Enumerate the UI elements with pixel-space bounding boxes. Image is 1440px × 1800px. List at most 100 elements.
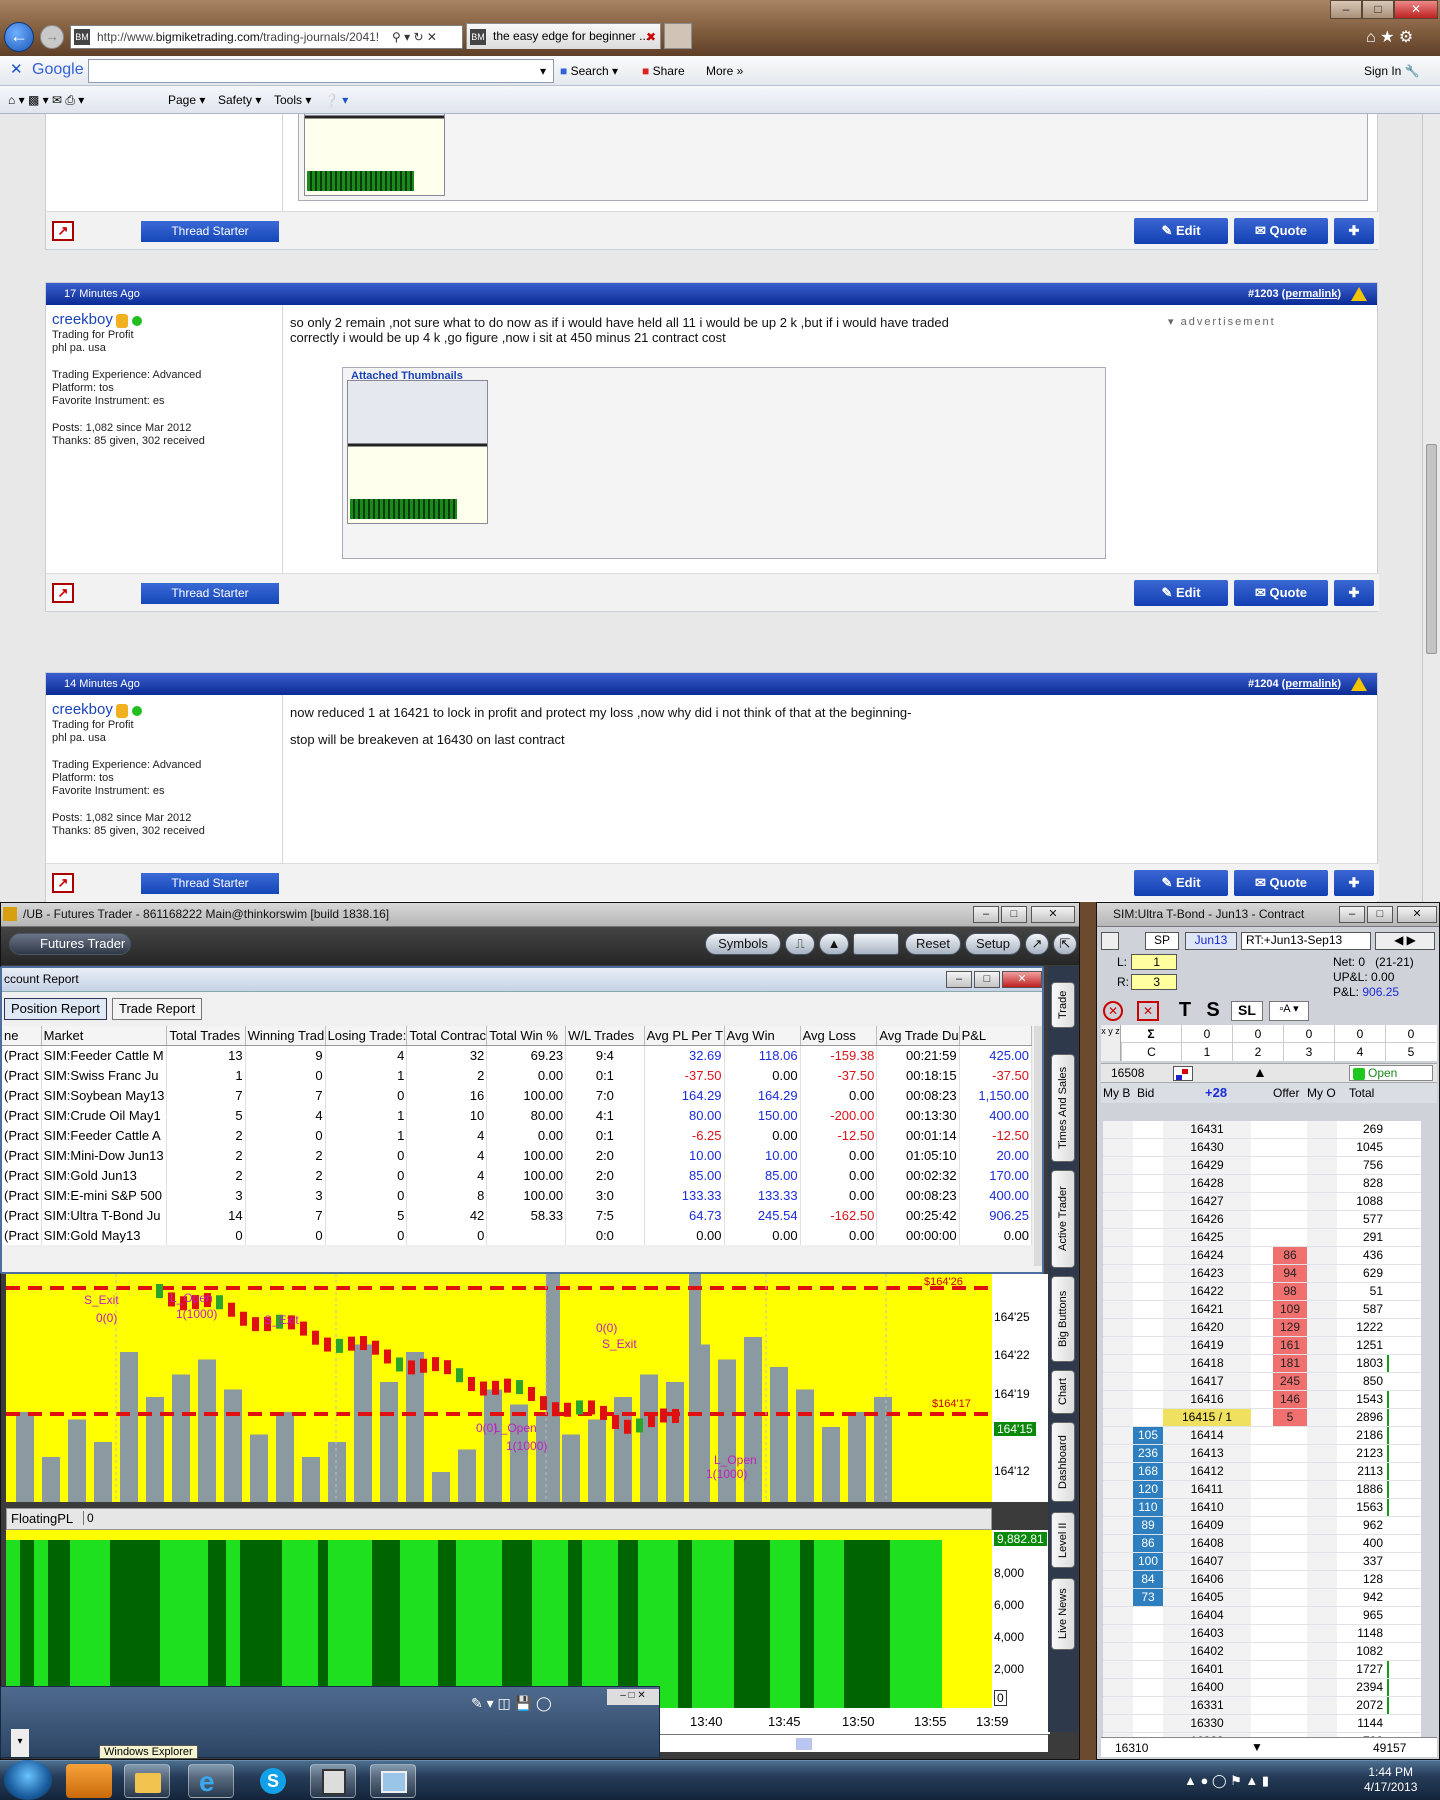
my-bid-cell[interactable] — [1103, 1463, 1133, 1480]
ladder-row[interactable]: 16429 756 — [1103, 1157, 1421, 1175]
total-volume[interactable]: 2072 — [1337, 1697, 1387, 1714]
total-volume[interactable]: 2896 — [1337, 1409, 1387, 1426]
s-button[interactable]: S — [1201, 999, 1225, 1023]
bid-size[interactable] — [1133, 1661, 1163, 1678]
internet-explorer-icon[interactable]: e — [188, 1764, 234, 1798]
offer-size[interactable]: 161 — [1273, 1337, 1307, 1354]
post-number[interactable]: #1203 (permalink) — [1248, 283, 1341, 305]
popup-dropdown[interactable]: ▾ — [11, 1729, 29, 1757]
offer-size[interactable]: 181 — [1273, 1355, 1307, 1372]
my-offer-cell[interactable] — [1307, 1175, 1337, 1192]
price-cell[interactable]: 16411 — [1163, 1481, 1251, 1498]
offer-size[interactable]: 94 — [1273, 1265, 1307, 1282]
price-ladder[interactable]: 16431 269 16430 1045 16429 756 16428 828 16427 10… — [1103, 1121, 1421, 1751]
maximize-button[interactable]: □ — [1367, 906, 1393, 923]
offer-size[interactable]: 146 — [1273, 1391, 1307, 1408]
bid-size[interactable] — [1133, 1247, 1163, 1264]
c-qty[interactable]: 2 — [1232, 1043, 1283, 1061]
column-header[interactable]: W/L Trades — [565, 1026, 645, 1046]
bid-size[interactable] — [1133, 1625, 1163, 1642]
volume-bar[interactable] — [1387, 1445, 1389, 1462]
maximize-button[interactable]: □ — [1362, 0, 1394, 19]
page-menu[interactable]: Page ▾ — [168, 90, 205, 110]
bid-size[interactable] — [1133, 1337, 1163, 1354]
ladder-row[interactable]: 16424 86 436 — [1103, 1247, 1421, 1265]
total-volume[interactable]: 587 — [1337, 1301, 1387, 1318]
price-cell[interactable]: 16408 — [1163, 1535, 1251, 1552]
offer-size[interactable] — [1273, 1211, 1307, 1228]
my-offer-cell[interactable] — [1307, 1193, 1337, 1210]
price-cell[interactable]: 16414 — [1163, 1427, 1251, 1444]
my-offer-cell[interactable] — [1307, 1355, 1337, 1372]
column-header[interactable]: ne — [2, 1026, 42, 1046]
quote-button[interactable]: ✉ Quote — [1234, 580, 1328, 606]
report-icon[interactable] — [1351, 287, 1367, 301]
forward-button[interactable]: → — [40, 25, 64, 49]
help-icon[interactable]: ❔ ▾ — [324, 90, 348, 110]
bid-size[interactable]: 168 — [1133, 1463, 1163, 1480]
ladder-row[interactable]: 16404 965 — [1103, 1607, 1421, 1625]
home-star-gear-icons[interactable]: ⌂ ★ ⚙ — [1366, 28, 1413, 48]
ladder-row[interactable]: 16420 129 1222 — [1103, 1319, 1421, 1337]
my-offer-cell[interactable] — [1307, 1265, 1337, 1282]
sigma-qty[interactable]: 0 — [1181, 1025, 1232, 1043]
my-offer-cell[interactable] — [1307, 1589, 1337, 1606]
ladder-row[interactable]: 110 16410 1563 — [1103, 1499, 1421, 1517]
floating-pl-chart[interactable] — [6, 1530, 992, 1708]
my-offer-cell[interactable] — [1307, 1445, 1337, 1462]
total-volume[interactable]: 965 — [1337, 1607, 1387, 1624]
offer-size[interactable] — [1273, 1463, 1307, 1480]
column-header[interactable]: Winning Trad — [245, 1026, 326, 1046]
price-cell[interactable]: 16429 — [1163, 1157, 1251, 1174]
media-player-icon[interactable] — [66, 1764, 112, 1798]
price-cell[interactable]: 16422 — [1163, 1283, 1251, 1300]
ladder-row[interactable]: 100 16407 337 — [1103, 1553, 1421, 1571]
start-button[interactable] — [4, 1760, 52, 1800]
share-button[interactable]: ■ Share — [642, 61, 685, 81]
my-offer-cell[interactable] — [1307, 1625, 1337, 1642]
my-bid-cell[interactable] — [1103, 1229, 1133, 1246]
new-tab-button[interactable] — [664, 23, 692, 49]
column-header[interactable]: P&L — [959, 1026, 1033, 1046]
offer-size[interactable] — [1273, 1679, 1307, 1696]
bid-size[interactable]: 73 — [1133, 1589, 1163, 1606]
total-volume[interactable]: 1222 — [1337, 1319, 1387, 1336]
thumbnail-image[interactable] — [304, 114, 445, 196]
reputation-icon[interactable]: ↗ — [52, 583, 74, 603]
multiquote-button[interactable]: ✚ — [1334, 218, 1374, 244]
ladder-row[interactable]: 16419 161 1251 — [1103, 1337, 1421, 1355]
total-volume[interactable]: 291 — [1337, 1229, 1387, 1246]
browser-tab[interactable]: the easy edge for beginner ... — [466, 23, 661, 49]
my-bid-cell[interactable] — [1103, 1211, 1133, 1228]
total-volume[interactable]: 2123 — [1337, 1445, 1387, 1462]
bid-size[interactable] — [1133, 1355, 1163, 1372]
ladder-row[interactable]: 236 16413 2123 — [1103, 1445, 1421, 1463]
offer-size[interactable] — [1273, 1139, 1307, 1156]
bid-size[interactable]: 120 — [1133, 1481, 1163, 1498]
c-qty[interactable]: 4 — [1334, 1043, 1385, 1061]
offer-size[interactable] — [1273, 1517, 1307, 1534]
offer-size[interactable] — [1273, 1697, 1307, 1714]
my-offer-cell[interactable] — [1307, 1553, 1337, 1570]
c-qty[interactable]: 5 — [1385, 1043, 1436, 1061]
bid-size[interactable]: 236 — [1133, 1445, 1163, 1462]
search-dropdown-icon[interactable]: ▾ — [540, 61, 546, 81]
volume-bar[interactable] — [1387, 1679, 1389, 1696]
ladder-row[interactable]: 16331 2072 — [1103, 1697, 1421, 1715]
clock[interactable]: 1:44 PM 4/17/2013 — [1364, 1765, 1417, 1795]
my-offer-cell[interactable] — [1307, 1157, 1337, 1174]
price-cell[interactable]: 16409 — [1163, 1517, 1251, 1534]
ladder-row[interactable]: 16403 1148 — [1103, 1625, 1421, 1643]
ladder-row[interactable]: 16417 245 850 — [1103, 1373, 1421, 1391]
address-search-icon[interactable]: ⚲ ▾ ↻ ✕ — [392, 27, 437, 47]
maximize-button[interactable]: □ — [1001, 906, 1027, 923]
my-bid-cell[interactable] — [1103, 1175, 1133, 1192]
price-cell[interactable]: 16424 — [1163, 1247, 1251, 1264]
my-offer-cell[interactable] — [1307, 1697, 1337, 1714]
my-offer-cell[interactable] — [1307, 1679, 1337, 1696]
google-search-input[interactable] — [88, 59, 554, 83]
detach-icon[interactable]: ⇱ — [1053, 933, 1077, 955]
offer-size[interactable] — [1273, 1427, 1307, 1444]
column-header[interactable]: Total Trades — [166, 1026, 246, 1046]
my-bid-cell[interactable] — [1103, 1679, 1133, 1696]
